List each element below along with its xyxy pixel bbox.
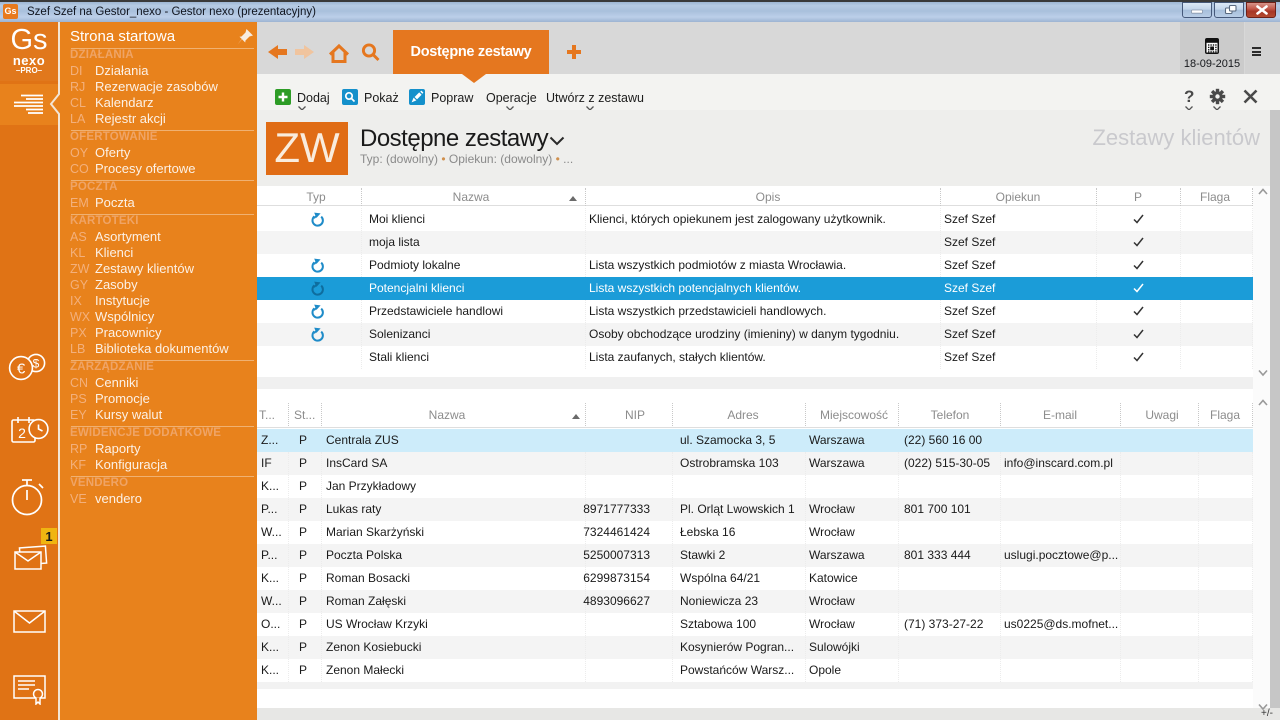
- svg-text:$: $: [33, 357, 40, 371]
- svg-text:1: 1: [45, 529, 52, 544]
- svg-text:2: 2: [18, 425, 26, 441]
- svg-text:€: €: [17, 361, 26, 378]
